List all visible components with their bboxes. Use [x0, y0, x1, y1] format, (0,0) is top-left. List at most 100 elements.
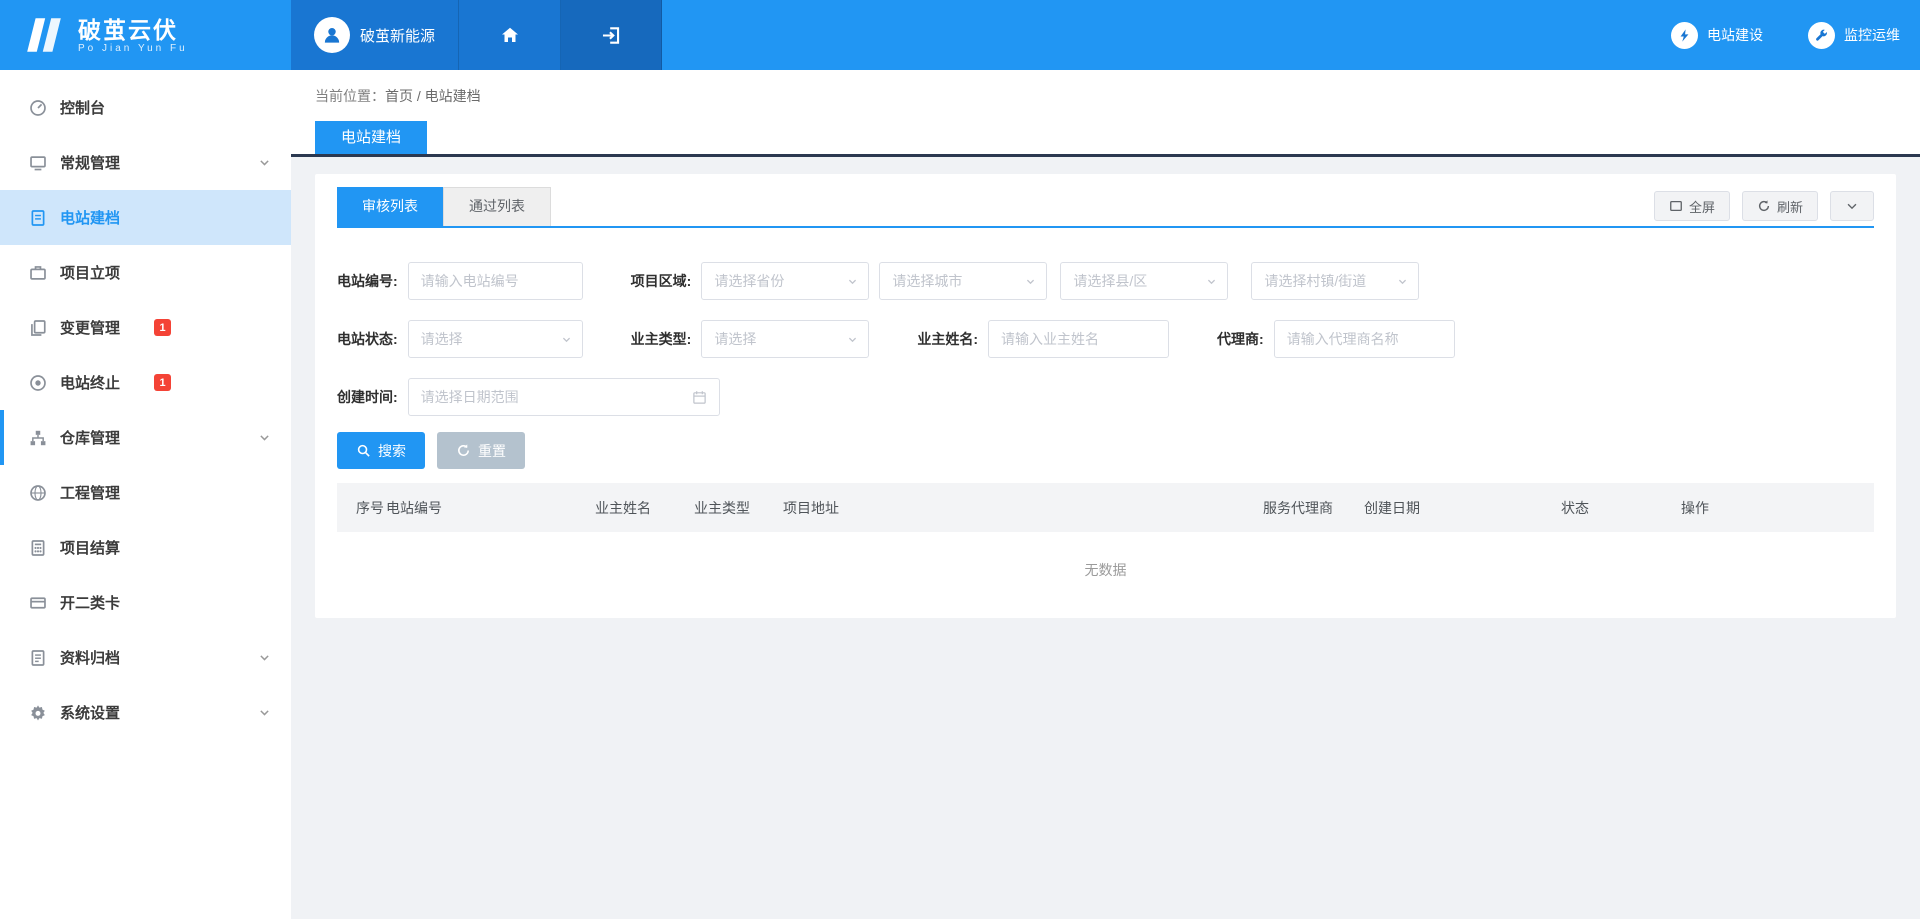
archive-icon: [29, 649, 47, 667]
sidebar-item-label: 项目结算: [60, 537, 120, 558]
main-area: 当前位置：首页 / 电站建档 电站建档 审核列表 通过列表 全屏: [291, 70, 1920, 919]
user-menu[interactable]: 破茧新能源: [291, 0, 459, 70]
sidebar-item-label: 电站建档: [60, 207, 120, 228]
sidebar-item-warehouse-management[interactable]: 仓库管理: [0, 410, 291, 465]
chevron-down-icon: [1845, 199, 1859, 213]
breadcrumb: 当前位置：首页 / 电站建档: [315, 86, 1920, 106]
home-button[interactable]: [459, 0, 561, 70]
chevron-down-icon: [1206, 276, 1217, 287]
user-icon: [321, 24, 343, 46]
sidebar-item-general-management[interactable]: 常规管理: [0, 135, 291, 190]
owner-name-label: 业主姓名:: [917, 329, 978, 349]
chevron-down-icon: [258, 706, 271, 719]
chevron-down-icon: [258, 431, 271, 444]
sidebar-item-station-filing[interactable]: 电站建档: [0, 190, 291, 245]
owner-name-input[interactable]: [988, 320, 1169, 358]
table-column: 创建日期: [1364, 498, 1561, 518]
province-select[interactable]: 请选择省份: [701, 262, 869, 300]
dashboard-icon: [29, 99, 47, 117]
agent-input[interactable]: [1274, 320, 1455, 358]
nav-label: 监控运维: [1844, 25, 1900, 45]
document-icon: [29, 209, 47, 227]
refresh-icon: [1757, 199, 1771, 213]
sidebar-item-station-termination[interactable]: 电站终止 1: [0, 355, 291, 410]
page-tab-station-filing[interactable]: 电站建档: [315, 121, 427, 154]
app-window: 破茧云伏 Po Jian Yun Fu 破茧新能源: [0, 0, 1920, 919]
table-column: 状态: [1561, 498, 1681, 518]
stop-icon: [29, 374, 47, 392]
lightning-icon: [1671, 22, 1698, 49]
sidebar: 控制台 常规管理 电站建档 项目立项 变更管理: [0, 70, 291, 919]
search-icon: [356, 443, 371, 458]
station-no-input[interactable]: [408, 262, 583, 300]
owner-type-select[interactable]: 请选择: [701, 320, 869, 358]
sidebar-item-label: 电站终止: [60, 372, 120, 393]
tab-passed-list[interactable]: 通过列表: [443, 187, 551, 226]
sidebar-item-project-settlement[interactable]: 项目结算: [0, 520, 291, 575]
sidebar-item-label: 开二类卡: [60, 592, 120, 613]
collapse-button[interactable]: [1830, 191, 1874, 221]
app-title: 破茧云伏: [78, 17, 188, 43]
wrench-icon: [1808, 22, 1835, 49]
station-status-select[interactable]: 请选择: [408, 320, 583, 358]
chevron-down-icon: [847, 334, 858, 345]
sidebar-item-label: 常规管理: [60, 152, 120, 173]
notification-badge: 1: [154, 374, 171, 391]
reset-button[interactable]: 重置: [437, 432, 525, 469]
chevron-down-icon: [258, 156, 271, 169]
top-header: 破茧云伏 Po Jian Yun Fu 破茧新能源: [0, 0, 1920, 70]
sidebar-menu: 控制台 常规管理 电站建档 项目立项 变更管理: [0, 80, 291, 740]
refresh-button[interactable]: 刷新: [1742, 191, 1818, 221]
form-actions: 搜索 重置: [337, 432, 1874, 469]
sidebar-item-dashboard[interactable]: 控制台: [0, 80, 291, 135]
table-column: 业主类型: [694, 498, 783, 518]
sidebar-item-label: 工程管理: [60, 482, 120, 503]
fullscreen-icon: [1669, 199, 1683, 213]
logout-icon: [601, 25, 622, 46]
tab-review-list[interactable]: 审核列表: [337, 187, 443, 226]
sidebar-item-label: 系统设置: [60, 702, 120, 723]
sidebar-item-data-archive[interactable]: 资料归档: [0, 630, 291, 685]
chevron-down-icon: [1025, 276, 1036, 287]
nav-monitoring-ops[interactable]: 监控运维: [1808, 22, 1900, 49]
nav-station-construction[interactable]: 电站建设: [1671, 22, 1763, 49]
chevron-down-icon: [561, 334, 572, 345]
logout-button[interactable]: [561, 0, 662, 70]
date-range-picker[interactable]: 请选择日期范围: [408, 378, 720, 416]
agent-label: 代理商:: [1217, 329, 1264, 349]
monitor-icon: [29, 154, 47, 172]
search-button[interactable]: 搜索: [337, 432, 425, 469]
sidebar-item-card-opening[interactable]: 开二类卡: [0, 575, 291, 630]
fullscreen-button[interactable]: 全屏: [1654, 191, 1730, 221]
chevron-down-icon: [1397, 276, 1408, 287]
brand-logo-icon: [22, 17, 66, 53]
sidebar-item-change-management[interactable]: 变更管理 1: [0, 300, 291, 355]
card-tabs: 审核列表 通过列表 全屏 刷新: [337, 187, 1874, 228]
table-column: 项目地址: [783, 498, 1263, 518]
station-no-label: 电站编号:: [337, 271, 398, 291]
owner-type-label: 业主类型:: [631, 329, 692, 349]
company-name: 破茧新能源: [360, 25, 435, 46]
table-column: 操作: [1681, 498, 1874, 518]
header-nav: 电站建设 监控运维: [1671, 0, 1920, 70]
city-select[interactable]: 请选择城市: [879, 262, 1047, 300]
brand-logo: 破茧云伏 Po Jian Yun Fu: [0, 0, 291, 70]
breadcrumb-path[interactable]: 首页 / 电站建档: [385, 88, 481, 104]
district-select[interactable]: 请选择县/区: [1060, 262, 1228, 300]
page-content: 审核列表 通过列表 全屏 刷新: [291, 157, 1920, 919]
table-header-row: 序号电站编号业主姓名业主类型项目地址服务代理商创建日期状态操作: [337, 483, 1874, 532]
sidebar-item-project-initiation[interactable]: 项目立项: [0, 245, 291, 300]
briefcase-icon: [29, 264, 47, 282]
sidebar-item-label: 资料归档: [60, 647, 120, 668]
station-status-label: 电站状态:: [337, 329, 398, 349]
created-time-label: 创建时间:: [337, 387, 398, 407]
sidebar-item-system-settings[interactable]: 系统设置: [0, 685, 291, 740]
sidebar-item-label: 控制台: [60, 97, 105, 118]
chevron-down-icon: [258, 651, 271, 664]
table-column: 电站编号: [386, 498, 595, 518]
results-table: 序号电站编号业主姓名业主类型项目地址服务代理商创建日期状态操作 无数据: [337, 483, 1874, 618]
header-strip: 破茧新能源: [291, 0, 662, 70]
warehouse-icon: [29, 429, 47, 447]
town-select[interactable]: 请选择村镇/街道: [1251, 262, 1419, 300]
sidebar-item-engineering-management[interactable]: 工程管理: [0, 465, 291, 520]
